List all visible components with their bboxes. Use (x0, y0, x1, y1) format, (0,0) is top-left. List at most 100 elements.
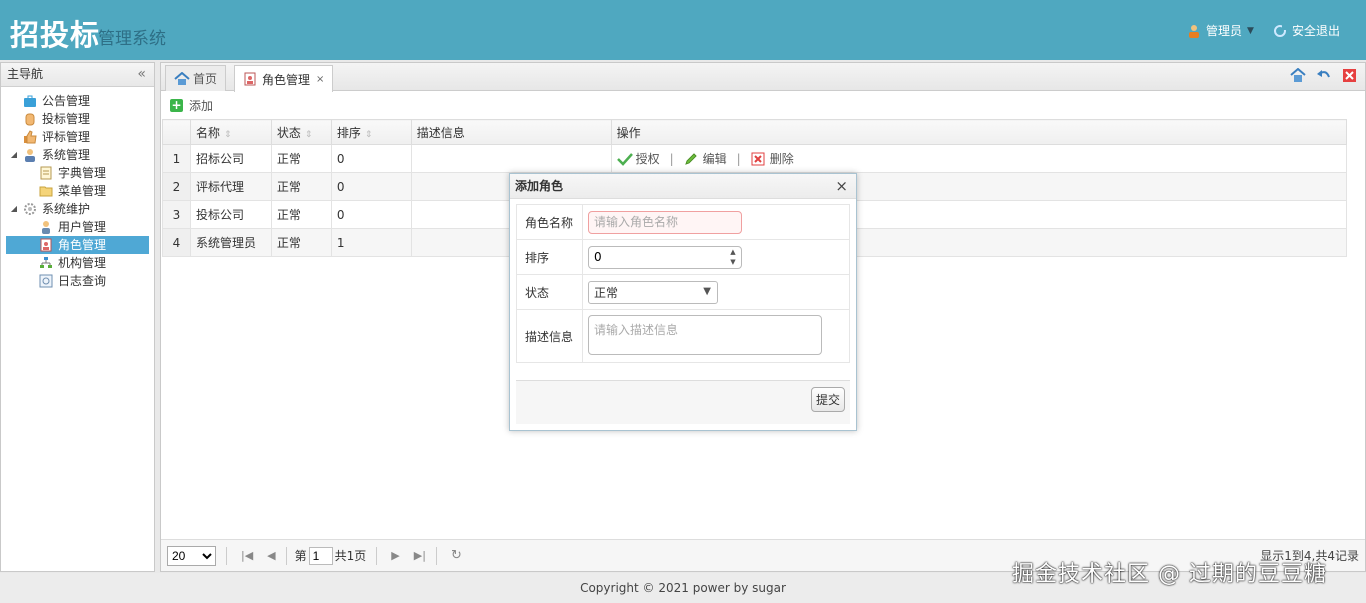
brand-title: 招投标 (10, 18, 101, 52)
tab-close-icon[interactable]: × (316, 74, 324, 85)
cell-order: 0 (330, 144, 412, 173)
user-menu[interactable]: 管理员 ▼ (1187, 22, 1254, 39)
sidebar-item-org[interactable]: 机构管理 (1, 254, 154, 272)
expand-icon[interactable]: ◢ (9, 146, 19, 164)
sidebar-item-user[interactable]: 用户管理 (1, 218, 154, 236)
pager-divider (435, 546, 437, 565)
refresh-icon[interactable]: ↻ (451, 548, 462, 563)
home-icon[interactable] (1290, 67, 1306, 86)
sidebar-title: 主导航 (7, 67, 44, 81)
prev-page-icon[interactable]: ◀ (267, 549, 275, 562)
sidebar-header: 主导航 « (1, 63, 154, 87)
close-icon[interactable]: × (835, 174, 848, 199)
expand-icon[interactable]: ◢ (9, 200, 19, 218)
sidebar-item-menu[interactable]: 菜单管理 (1, 182, 154, 200)
gear-icon (23, 202, 37, 216)
document-icon (39, 166, 53, 180)
tab-home[interactable]: 首页 (165, 65, 227, 91)
submit-button[interactable]: 提交 (810, 387, 845, 412)
order-label: 排序 (516, 239, 583, 275)
column-header-order[interactable]: 排序 ⇕ (330, 119, 412, 145)
user-name: 管理员 (1206, 24, 1243, 38)
sidebar-item-role[interactable]: 角色管理 (6, 236, 149, 254)
order-input[interactable] (588, 245, 742, 269)
thumbs-up-icon (23, 130, 37, 144)
grant-button[interactable]: 授权 (616, 150, 660, 167)
role-form: 角色名称 排序 ▲▼ 状态 正常 ▼ 描述信息 (516, 204, 850, 363)
page-size-select[interactable]: 20 (167, 545, 216, 566)
column-header-desc: 描述信息 (410, 119, 612, 145)
logout-label: 安全退出 (1292, 24, 1341, 38)
sort-icon: ⇕ (364, 129, 373, 140)
page-number-input[interactable] (308, 546, 333, 565)
sidebar: 主导航 « 公告管理 投标管理 评标管理 ◢ 系统管理 字典管理 菜单管理 ◢ … (0, 62, 155, 572)
hand-icon (23, 112, 37, 126)
brand-subtitle: 管理系统 (98, 29, 166, 49)
sidebar-item-evaluate[interactable]: 评标管理 (1, 128, 154, 146)
folder-icon (39, 184, 53, 198)
tab-role[interactable]: 角色管理 × (234, 65, 334, 92)
role-name-label: 角色名称 (516, 204, 583, 240)
cell-order: 1 (330, 228, 412, 257)
dialog-footer: 提交 (516, 380, 850, 424)
pager-divider (376, 546, 378, 565)
status-select[interactable]: 正常 ▼ (588, 280, 718, 304)
sidebar-item-system[interactable]: ◢ 系统管理 (1, 146, 154, 164)
sidebar-item-log[interactable]: 日志查询 (1, 272, 154, 290)
nav-tree: 公告管理 投标管理 评标管理 ◢ 系统管理 字典管理 菜单管理 ◢ 系统维护 用… (1, 87, 154, 290)
pager-divider (285, 546, 287, 565)
log-icon (39, 274, 53, 288)
tab-bar: 首页 角色管理 × (161, 63, 1365, 92)
last-page-icon[interactable]: ▶| (414, 549, 426, 562)
cell-name: 系统管理员 (189, 228, 272, 257)
check-icon (616, 152, 633, 166)
sidebar-item-bid[interactable]: 投标管理 (1, 110, 154, 128)
delete-button[interactable]: 删除 (751, 150, 794, 167)
next-page-icon[interactable]: ▶ (391, 549, 399, 562)
chevron-down-icon: ▼ (1247, 25, 1254, 36)
table-row[interactable]: 1 招标公司 正常 0 授权 | 编辑 | 删除 (162, 144, 1348, 173)
sidebar-item-maintenance[interactable]: ◢ 系统维护 (1, 200, 154, 218)
pencil-icon (684, 152, 698, 166)
first-page-icon[interactable]: |◀ (241, 549, 253, 562)
pager-divider (226, 546, 227, 565)
stepper-up-icon[interactable]: ▲ (726, 247, 740, 258)
order-stepper[interactable]: ▲▼ (588, 245, 742, 269)
delete-icon (751, 152, 765, 166)
stepper-down-icon[interactable]: ▼ (726, 257, 740, 268)
column-header-index (162, 119, 191, 145)
page-total: 共1页 (334, 549, 367, 563)
close-icon[interactable] (1342, 68, 1357, 86)
user-icon (1187, 24, 1201, 38)
column-header-actions: 操作 (610, 119, 1348, 145)
desc-label: 描述信息 (516, 309, 583, 363)
cell-order: 0 (330, 172, 412, 201)
role-name-input[interactable] (588, 210, 742, 234)
add-button[interactable]: + 添加 (170, 97, 213, 114)
home-icon (174, 71, 190, 86)
sidebar-item-dictionary[interactable]: 字典管理 (1, 164, 154, 182)
logout-icon (1273, 23, 1287, 38)
role-icon (243, 72, 257, 86)
top-header: 招投标 管理系统 管理员 ▼ 安全退出 (0, 0, 1366, 60)
cell-order: 0 (330, 200, 412, 229)
user-icon (39, 220, 53, 234)
column-header-name[interactable]: 名称 ⇕ (189, 119, 272, 145)
edit-button[interactable]: 编辑 (684, 150, 727, 167)
role-icon (39, 238, 53, 252)
logout-link[interactable]: 安全退出 (1273, 22, 1340, 39)
collapse-icon[interactable]: « (137, 63, 146, 86)
sort-icon: ⇕ (223, 129, 232, 140)
cell-status: 正常 (270, 200, 332, 229)
back-icon[interactable] (1316, 68, 1332, 86)
sidebar-item-announcement[interactable]: 公告管理 (1, 92, 154, 110)
column-header-status[interactable]: 状态 ⇕ (270, 119, 332, 145)
chevron-down-icon: ▼ (703, 285, 711, 297)
desc-textarea[interactable] (588, 314, 822, 355)
add-role-dialog: 添加角色 × 角色名称 排序 ▲▼ 状态 正常 ▼ (509, 173, 857, 431)
dialog-header: 添加角色 × (510, 174, 856, 199)
briefcase-icon (23, 94, 37, 108)
dialog-title: 添加角色 (515, 179, 564, 193)
grid-toolbar: + 添加 (161, 91, 1365, 119)
cell-name: 评标代理 (189, 172, 272, 201)
